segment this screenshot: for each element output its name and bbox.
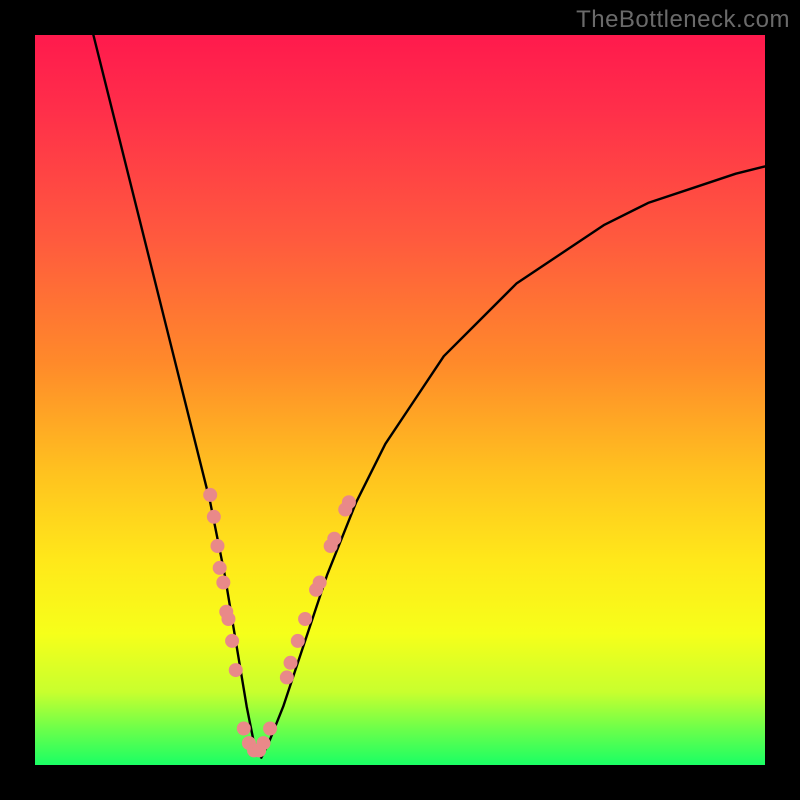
curve-marker	[327, 532, 341, 546]
curve-marker	[221, 612, 235, 626]
curve-marker	[256, 736, 270, 750]
bottleneck-curve-svg	[35, 35, 765, 765]
curve-marker	[211, 539, 225, 553]
curve-marker	[284, 656, 298, 670]
curve-marker	[229, 663, 243, 677]
curve-marker	[298, 612, 312, 626]
curve-marker	[342, 495, 356, 509]
bottleneck-curve	[93, 35, 765, 758]
watermark-text: TheBottleneck.com	[576, 6, 790, 34]
curve-marker	[203, 488, 217, 502]
curve-marker	[263, 722, 277, 736]
curve-marker	[237, 722, 251, 736]
curve-marker	[213, 561, 227, 575]
curve-marker	[216, 576, 230, 590]
chart-frame: TheBottleneck.com	[0, 0, 800, 800]
curve-marker	[313, 576, 327, 590]
plot-area	[35, 35, 765, 765]
curve-marker	[291, 634, 305, 648]
curve-marker	[280, 670, 294, 684]
curve-marker	[225, 634, 239, 648]
curve-marker	[207, 510, 221, 524]
